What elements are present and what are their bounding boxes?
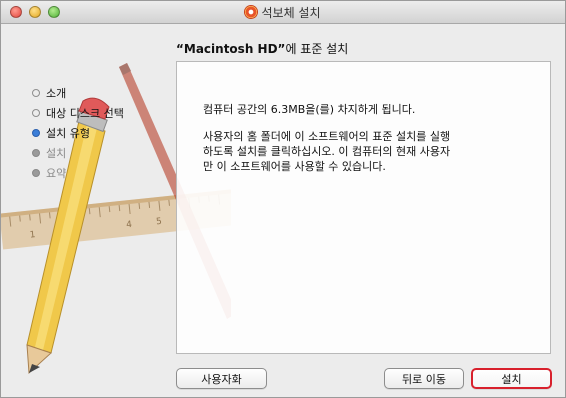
ruler-label-5: 5	[156, 217, 163, 228]
title-bar[interactable]: 석보체 설치	[1, 1, 565, 24]
step-indicator-dot	[32, 89, 40, 97]
step-indicator-dot	[32, 109, 40, 117]
window-title-group: 석보체 설치	[1, 4, 565, 21]
ruler-label-1: 1	[29, 230, 36, 241]
step-indicator-dot	[32, 149, 40, 157]
header-suffix: 에 표준 설치	[285, 42, 349, 56]
step-label: 설치	[46, 147, 67, 160]
window-title: 석보체 설치	[261, 6, 321, 20]
customize-button[interactable]: 사용자화	[176, 368, 267, 389]
install-header: “Macintosh HD”에 표준 설치	[176, 40, 348, 57]
step-label: 소개	[46, 87, 67, 100]
installer-app-icon	[245, 6, 258, 18]
step-label: 요약	[46, 167, 67, 180]
step-introduction: 소개	[32, 83, 124, 103]
install-button[interactable]: 설치	[471, 368, 552, 389]
step-sidebar: 소개 대상 디스크 선택 설치 유형 설치 요약	[32, 83, 124, 183]
step-summary: 요약	[32, 163, 124, 183]
go-back-button[interactable]: 뒤로 이동	[384, 368, 464, 389]
description-line-1: 사용자의 홈 폴더에 이 소프트웨어의 표준 설치를 실행	[203, 130, 451, 143]
step-label: 대상 디스크 선택	[46, 107, 124, 120]
description-line-2: 하도록 설치를 클릭하십시오. 이 컴퓨터의 현재 사용자	[203, 145, 451, 158]
install-description: 사용자의 홈 폴더에 이 소프트웨어의 표준 설치를 실행 하도록 설치를 클릭…	[203, 129, 533, 174]
step-indicator-dot	[32, 169, 40, 177]
disk-name: “Macintosh HD”	[176, 42, 286, 56]
content-panel: 컴퓨터 공간의 6.3MB을(를) 차지하게 됩니다. 사용자의 홈 폴더에 이…	[176, 61, 551, 354]
step-installation-type: 설치 유형	[32, 123, 124, 143]
installer-window: 석보체 설치 1 4 5 10	[0, 0, 566, 398]
disk-space-text: 컴퓨터 공간의 6.3MB을(를) 차지하게 됩니다.	[203, 103, 416, 116]
step-destination-select: 대상 디스크 선택	[32, 103, 124, 123]
description-line-3: 만 이 소프트웨어를 사용할 수 있습니다.	[203, 160, 386, 173]
step-installation: 설치	[32, 143, 124, 163]
step-label: 설치 유형	[46, 127, 90, 140]
step-indicator-dot	[32, 129, 40, 137]
